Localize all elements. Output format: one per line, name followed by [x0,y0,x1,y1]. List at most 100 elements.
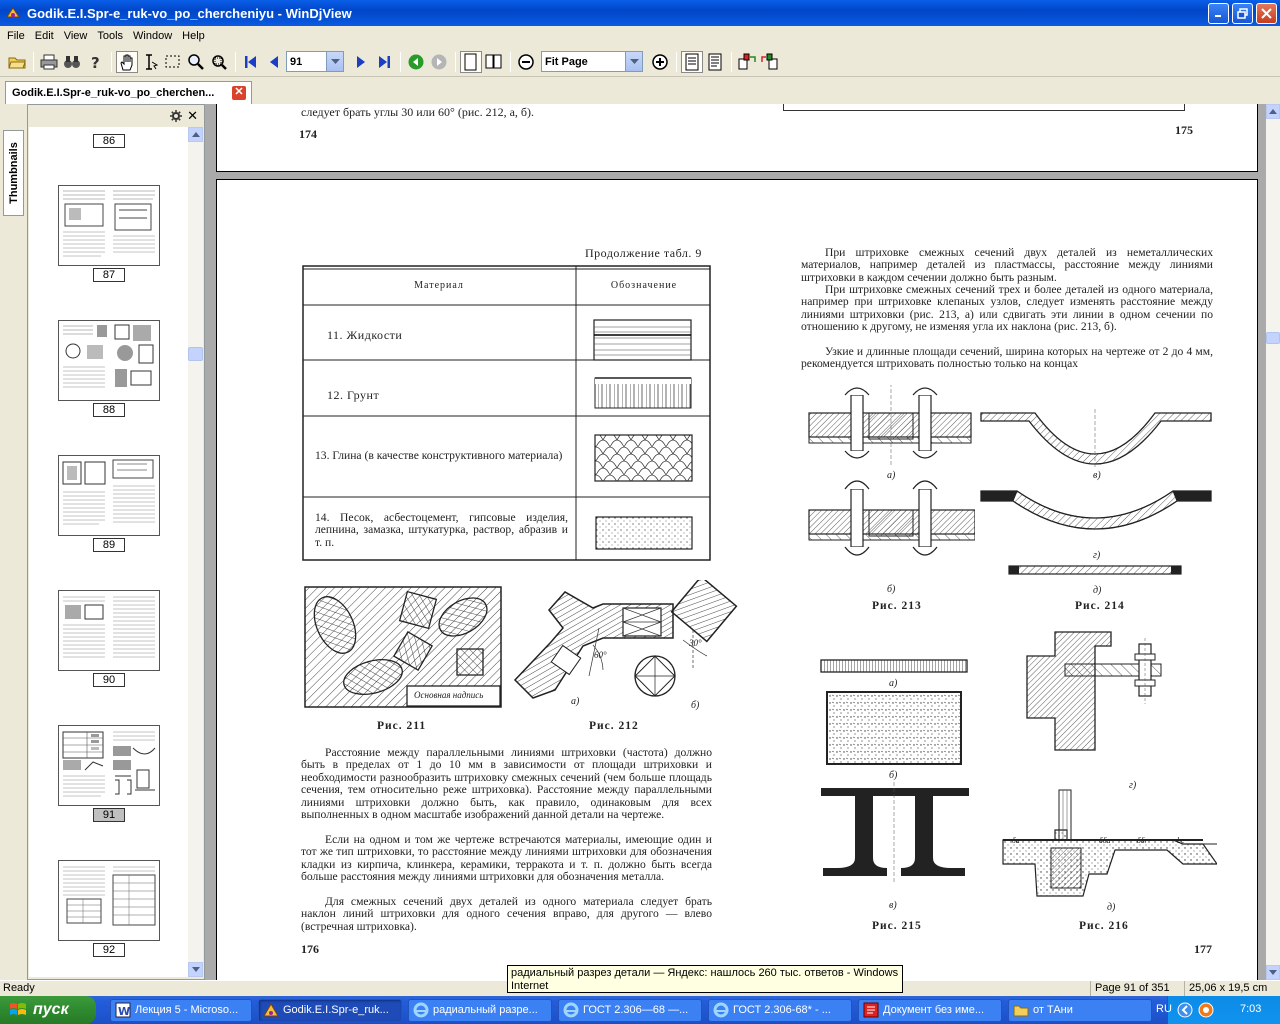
menu-file[interactable]: File [2,30,30,42]
facing-pages-button[interactable] [483,51,505,73]
zoom-rect-button[interactable] [208,51,230,73]
fig211-stamp-label: Основная надпись [414,690,484,700]
zoom-combo[interactable]: Fit Page [541,51,643,72]
doc-scroll-down-button[interactable] [1266,965,1280,980]
zoom-in-button[interactable] [649,51,671,73]
doc-scroll-up-button[interactable] [1266,104,1280,119]
caption-fig-213: Рис. 213 [872,600,922,612]
folder-icon [1013,1005,1029,1017]
minimize-button[interactable] [1208,2,1229,24]
last-page-button[interactable] [373,51,395,73]
previous-page-button[interactable] [263,51,285,73]
first-page-icon [245,55,256,68]
table-row-12: 12. Грунт [327,388,380,402]
thumbnail-page-91[interactable] [58,725,160,806]
forward-button[interactable] [428,51,450,73]
hand-tool-button[interactable] [116,50,138,73]
page-width-button[interactable] [704,51,726,73]
next-page-button[interactable] [350,51,372,73]
chevron-down-icon [629,58,639,64]
thumbnail-page-88[interactable] [58,320,160,401]
caption-fig-211: Рис. 211 [377,720,427,732]
maximize-button[interactable] [1232,2,1253,24]
zoom-dropdown-arrow[interactable] [625,52,642,71]
caption-fig-214: Рис. 214 [1075,600,1125,612]
zoom-out-button[interactable] [515,51,537,73]
open-button[interactable] [6,51,28,73]
fig214-label-d: д) [1093,585,1102,596]
print-button[interactable] [38,51,60,73]
close-pane-icon[interactable]: ✕ [187,108,198,124]
thumbnail-page-92[interactable] [58,860,160,941]
document-tab[interactable]: Godik.E.I.Spr-e_ruk-vo_po_cherchen... ✕ [5,81,252,104]
doc-scroll-thumb[interactable] [1266,332,1280,344]
tray-back-icon[interactable] [1177,1002,1193,1018]
task-windjview[interactable]: Godik.E.I.Spr-e_ruk... [258,998,402,1022]
caption-fig-216: Рис. 216 [1079,920,1129,932]
thumbnail-label[interactable]: 90 [93,673,125,687]
thumbnail-scrollbar[interactable] [188,127,203,977]
restore-icon [1237,7,1248,19]
thumbnail-list: 86 87 88 89 90 91 92 [29,127,189,977]
rotate-left-button[interactable] [736,51,758,73]
gear-icon[interactable] [170,110,182,122]
thumbnails-tab[interactable]: Thumbnails [3,130,24,216]
windjview-icon [263,1003,279,1017]
task-word[interactable]: W Лекция 5 - Microso... [110,998,252,1022]
document-tab-bar: Godik.E.I.Spr-e_ruk-vo_po_cherchen... ✕ [0,79,1280,104]
figure-216 [1002,631,1217,897]
thumbnail-page-90[interactable] [58,590,160,671]
back-button[interactable] [405,51,427,73]
thumbnail-label[interactable]: 86 [93,134,125,148]
fig212-angle-60: 60° [594,650,607,660]
page-dropdown-arrow[interactable] [326,52,343,71]
help-button[interactable]: ? [84,51,106,73]
task-ie-3[interactable]: ГОСТ 2.306-68* - ... [708,998,852,1022]
menu-view[interactable]: View [59,30,93,42]
task-pdf-doc[interactable]: Документ без име... [858,998,1002,1022]
zoom-tool-button[interactable] [185,51,207,73]
task-ie-1[interactable]: радиальный разре... [408,998,552,1022]
menu-edit[interactable]: Edit [30,30,59,42]
thumbnail-label[interactable]: 88 [93,403,125,417]
close-tab-button[interactable]: ✕ [232,86,246,100]
language-indicator[interactable]: RU [1156,1003,1172,1015]
browser-tray-icon[interactable] [1198,1002,1214,1018]
thumbnail-page-89[interactable] [58,455,160,536]
document-scrollbar[interactable] [1266,104,1280,980]
word-doc-icon: W [115,1002,131,1018]
document-view[interactable]: следует брать углы 30 или 60° (рис. 212,… [205,104,1266,980]
figure-212 [513,580,738,699]
find-button[interactable] [61,51,83,73]
first-page-button[interactable] [240,51,262,73]
single-page-button[interactable] [460,50,482,73]
zoom-rect-icon [212,54,227,70]
facing-pages-icon [485,54,502,68]
menu-tools[interactable]: Tools [92,30,128,42]
status-page-info: Page 91 of 351 [1090,981,1182,996]
scroll-thumb[interactable] [188,347,203,361]
thumbnail-page-87[interactable] [58,185,160,266]
menu-bar: File Edit View Tools Window Help [0,26,1280,46]
page-number-combo[interactable]: 91 [286,51,344,72]
thumbnail-label[interactable]: 92 [93,943,125,957]
scroll-up-button[interactable] [188,127,203,142]
right-paragraph-3: Узкие и длинные площади сечений, ширина … [801,345,1213,371]
close-button[interactable] [1256,2,1277,24]
rotate-right-button[interactable] [759,51,781,73]
task-ie-2[interactable]: ГОСТ 2.306—68 —... [558,998,702,1022]
task-folder[interactable]: от ТАни [1008,998,1152,1022]
select-text-button[interactable] [139,51,161,73]
zoom-in-icon [652,53,668,70]
start-button[interactable]: пуск [0,996,96,1024]
rotate-left-icon [738,53,756,69]
select-area-button[interactable] [162,51,184,73]
thumbnail-label-selected[interactable]: 91 [93,808,125,822]
thumbnail-label[interactable]: 87 [93,268,125,282]
thumbnail-label[interactable]: 89 [93,538,125,552]
continuous-layout-button[interactable] [681,50,703,73]
menu-window[interactable]: Window [128,30,177,42]
menu-help[interactable]: Help [177,30,210,42]
scroll-down-button[interactable] [188,962,203,977]
table-header-symbol: Обозначение [610,279,678,291]
